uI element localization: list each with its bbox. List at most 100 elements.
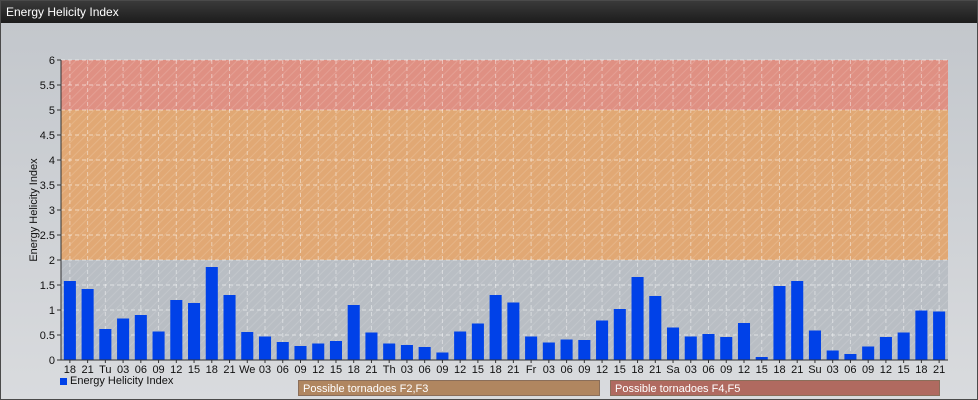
y-tick-label: 5 xyxy=(49,105,55,117)
bar xyxy=(205,267,218,360)
y-tick-label: 0.5 xyxy=(40,330,55,342)
x-tick-label: 03 xyxy=(685,364,697,376)
bar xyxy=(418,347,431,360)
bar xyxy=(507,302,520,360)
bar xyxy=(258,336,272,360)
x-tick-label: 18 xyxy=(915,364,927,376)
bar xyxy=(489,295,502,360)
x-tick-label: We xyxy=(239,364,255,376)
bar xyxy=(737,323,751,360)
y-tick-label: 6 xyxy=(49,55,55,67)
x-tick-label: 12 xyxy=(880,364,892,376)
bar xyxy=(791,281,804,360)
bar xyxy=(542,342,555,360)
bar xyxy=(826,350,839,360)
bar xyxy=(471,323,484,360)
bar xyxy=(773,286,786,360)
chart-svg: 00.511.522.533.544.555.5618 21 Tu 03 06 09 12 1… xyxy=(28,55,948,376)
x-tick-label: 03 xyxy=(259,364,271,376)
x-tick-label: 06 xyxy=(560,364,572,376)
bar xyxy=(276,342,289,360)
bar xyxy=(188,303,201,360)
bar xyxy=(383,343,396,360)
bar xyxy=(312,343,325,360)
x-tick-label: 09 xyxy=(578,364,590,376)
bar xyxy=(347,305,360,360)
x-tick-label: Fr xyxy=(526,364,537,376)
y-tick-label: 1 xyxy=(49,305,55,317)
bar xyxy=(170,300,183,360)
bar xyxy=(117,318,130,360)
x-tick-label: 18 xyxy=(490,364,502,376)
x-tick-label: 12 xyxy=(596,364,608,376)
bar xyxy=(684,336,697,360)
bar xyxy=(631,277,644,360)
bar xyxy=(879,337,892,360)
bar xyxy=(844,354,857,360)
bar xyxy=(525,336,538,360)
x-tick-label: Sa xyxy=(666,364,680,376)
bar xyxy=(99,329,112,360)
y-tick-label: 4.5 xyxy=(40,130,55,142)
bar xyxy=(436,352,449,360)
x-tick-label: 18 xyxy=(206,364,218,376)
x-tick-label: 09 xyxy=(436,364,448,376)
bar xyxy=(702,334,715,360)
bar xyxy=(454,331,467,360)
bar xyxy=(596,320,609,360)
bar xyxy=(365,332,378,360)
bar xyxy=(152,331,165,360)
chart-legend[interactable]: Energy Helicity Index xyxy=(60,374,173,388)
bar xyxy=(81,289,94,360)
x-tick-label: 09 xyxy=(720,364,732,376)
x-tick-label: 06 xyxy=(844,364,856,376)
bar xyxy=(329,341,343,360)
x-tick-label: 15 xyxy=(614,364,626,376)
band-label-f4-f5: Possible tornadoes F4,F5 xyxy=(610,380,940,396)
x-tick-label: 12 xyxy=(312,364,324,376)
x-tick-label: 21 xyxy=(507,364,519,376)
x-tick-label: 15 xyxy=(756,364,768,376)
x-tick-label: 21 xyxy=(365,364,377,376)
x-tick-label: 18 xyxy=(631,364,643,376)
bar xyxy=(578,340,591,360)
x-tick-label: 06 xyxy=(419,364,431,376)
y-tick-label: 2 xyxy=(49,255,55,267)
band-label-f2-f3: Possible tornadoes F2,F3 xyxy=(298,380,600,396)
y-tick-label: 2.5 xyxy=(40,230,55,242)
x-tick-label: 06 xyxy=(277,364,289,376)
bar xyxy=(897,332,910,360)
x-tick-label: 21 xyxy=(223,364,235,376)
x-tick-label: 03 xyxy=(401,364,413,376)
y-tick-label: 4 xyxy=(49,155,55,167)
bar xyxy=(666,327,680,360)
bar xyxy=(294,346,307,360)
bar xyxy=(400,345,413,360)
bar xyxy=(560,339,573,360)
x-tick-label: 15 xyxy=(472,364,484,376)
bar xyxy=(63,281,76,360)
legend-label: Energy Helicity Index xyxy=(70,375,174,387)
y-tick-label: 3.5 xyxy=(40,180,55,192)
bar xyxy=(241,332,254,360)
x-tick-label: 18 xyxy=(773,364,785,376)
x-tick-label: Th xyxy=(383,364,396,376)
x-tick-label: 15 xyxy=(330,364,342,376)
x-tick-label: 15 xyxy=(188,364,200,376)
x-tick-label: 03 xyxy=(543,364,555,376)
bar xyxy=(808,330,821,360)
bar xyxy=(862,346,875,360)
x-tick-label: 03 xyxy=(827,364,839,376)
bar xyxy=(649,296,662,360)
x-tick-label: 12 xyxy=(738,364,750,376)
x-tick-label: 21 xyxy=(649,364,661,376)
bar xyxy=(223,295,236,360)
bar xyxy=(613,309,626,360)
y-tick-label: 3 xyxy=(49,205,55,217)
x-tick-label: 21 xyxy=(933,364,945,376)
y-tick-label: 0 xyxy=(49,355,55,367)
x-tick-label: 15 xyxy=(898,364,910,376)
y-axis-label: Energy Helicity Index xyxy=(28,158,40,262)
bar xyxy=(933,311,946,360)
bar xyxy=(720,337,733,360)
